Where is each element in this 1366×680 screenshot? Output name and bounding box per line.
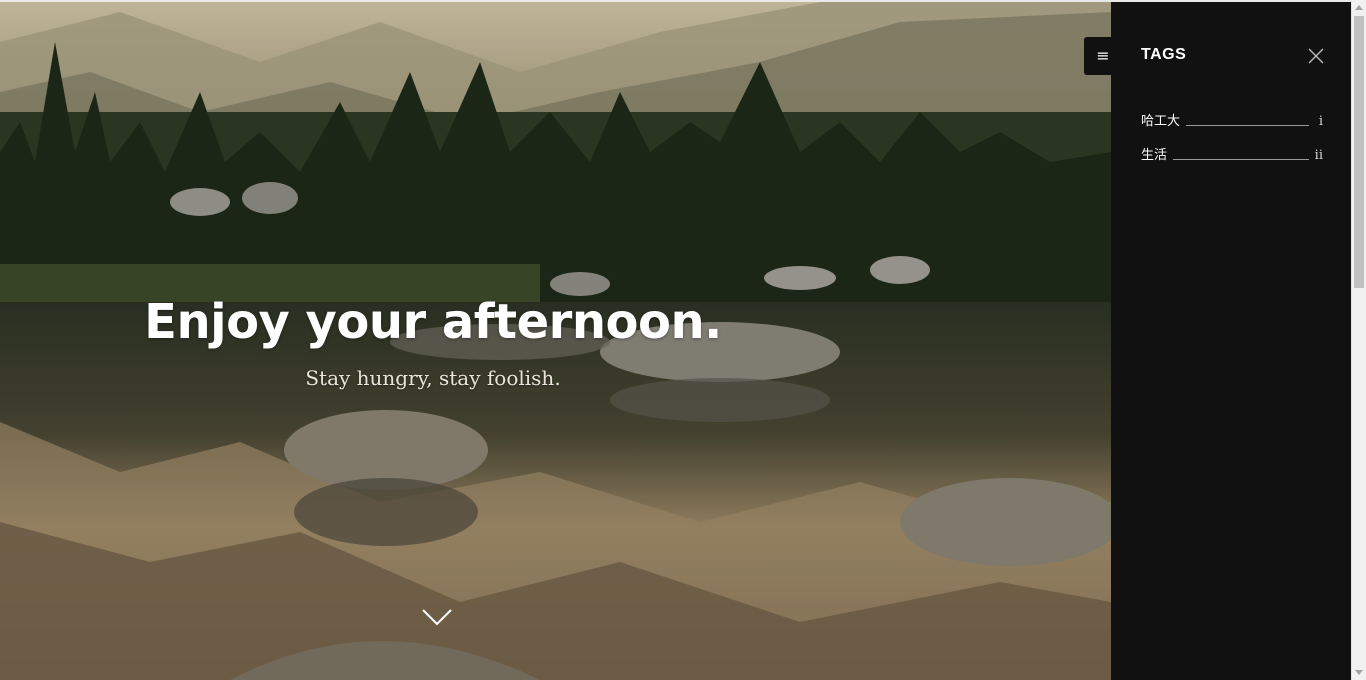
tag-list: 哈工大 i 生活 ii xyxy=(1141,98,1323,166)
close-sidebar-button[interactable] xyxy=(1306,46,1326,66)
tag-count: i xyxy=(1318,114,1323,129)
hamburger-icon: ≡ xyxy=(1096,46,1110,65)
hero-section: Enjoy your afternoon. Stay hungry, stay … xyxy=(0,2,1111,680)
chevron-down-icon xyxy=(422,609,452,626)
menu-toggle-button[interactable]: ≡ xyxy=(1084,37,1122,75)
hero-subtitle: Stay hungry, stay foolish. xyxy=(305,366,561,390)
tag-item[interactable]: 哈工大 i xyxy=(1141,98,1323,132)
tag-divider xyxy=(1173,159,1309,160)
tag-count: ii xyxy=(1314,148,1323,163)
hero-title: Enjoy your afternoon. xyxy=(144,294,722,350)
scroll-down-arrow-icon[interactable] xyxy=(1355,670,1363,675)
scroll-down-button[interactable] xyxy=(421,606,453,630)
scrollbar-thumb[interactable] xyxy=(1354,16,1364,288)
scroll-up-arrow-icon[interactable] xyxy=(1355,5,1363,10)
tag-item[interactable]: 生活 ii xyxy=(1141,132,1323,166)
close-icon xyxy=(1308,48,1324,64)
tags-sidebar: TAGS 哈工大 i 生活 ii xyxy=(1111,2,1351,680)
tag-label[interactable]: 哈工大 xyxy=(1141,112,1180,132)
page: Enjoy your afternoon. Stay hungry, stay … xyxy=(0,0,1366,680)
tag-label[interactable]: 生活 xyxy=(1141,146,1167,166)
page-scrollbar[interactable] xyxy=(1351,0,1366,680)
sidebar-title: TAGS xyxy=(1141,46,1187,63)
tag-divider xyxy=(1186,125,1309,126)
